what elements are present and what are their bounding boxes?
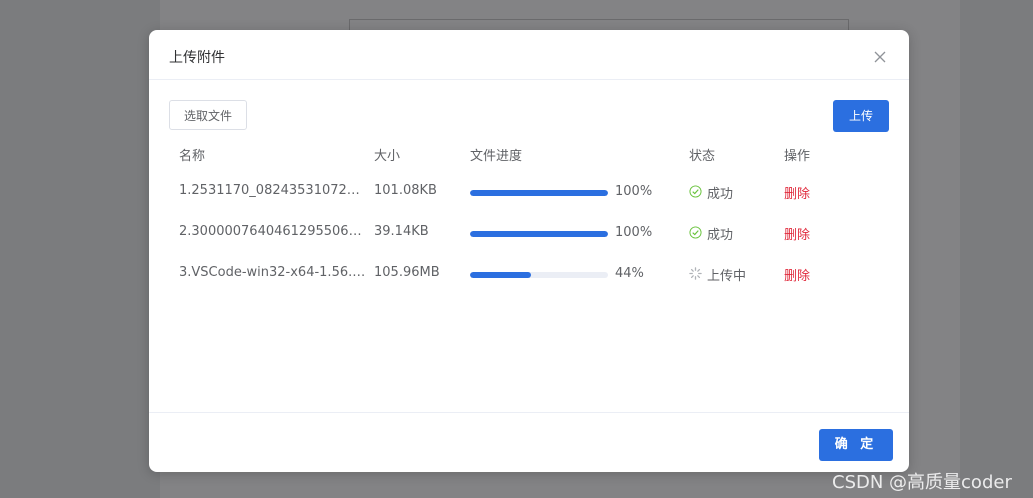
delete-link[interactable]: 删除 [784,183,810,202]
status-text: 成功 [707,228,734,243]
table-row: 1.2531170_082435310724_2.... 101.08KB 10… [169,173,889,214]
progress-fill [470,231,608,237]
delete-link[interactable]: 删除 [784,224,810,243]
file-size: 101.08KB [374,183,437,198]
header-size: 大小 [374,149,401,164]
status-text: 成功 [707,187,734,202]
delete-link[interactable]: 删除 [784,265,810,284]
confirm-button[interactable]: 确 定 [819,429,893,461]
progress-bar [470,231,608,237]
watermark: CSDN @高质量coder [832,472,1012,493]
status-text: 上传中 [707,269,747,284]
upload-button[interactable]: 上传 [833,100,889,132]
check-circle-icon [689,226,702,239]
table-row: 3.VSCode-win32-x64-1.56.2.... 105.96MB 4… [169,255,889,296]
progress-fill [470,190,608,196]
header-status: 状态 [689,149,716,164]
dialog-header: 上传附件 [149,30,909,80]
check-circle-icon [689,185,702,198]
file-size: 39.14KB [374,224,429,239]
close-icon[interactable] [873,50,887,64]
progress-percent: 100% [615,184,653,199]
table-row: 2.30000076404612955063​47... 39.14KB 100… [169,214,889,255]
progress-percent: 44% [615,266,644,281]
loading-spinner-icon [689,267,702,280]
header-progress: 文件进度 [470,149,523,164]
progress-percent: 100% [615,225,653,240]
header-name: 名称 [179,149,206,164]
upload-dialog: 上传附件 选取文件 上传 名称 大小 文件进度 状态 操作 1.2531170_… [149,30,909,472]
file-name: 1.2531170_082435310724_2.... [179,183,367,198]
header-actions: 操作 [784,149,811,164]
progress-bar [470,272,608,278]
progress-bar [470,190,608,196]
file-size: 105.96MB [374,265,440,280]
select-file-button[interactable]: 选取文件 [169,100,247,130]
dialog-footer: 确 定 [149,412,909,472]
file-name: 3.VSCode-win32-x64-1.56.2.... [179,265,367,280]
dialog-title: 上传附件 [169,50,225,66]
file-name: 2.30000076404612955063​47... [179,224,367,239]
progress-fill [470,272,531,278]
